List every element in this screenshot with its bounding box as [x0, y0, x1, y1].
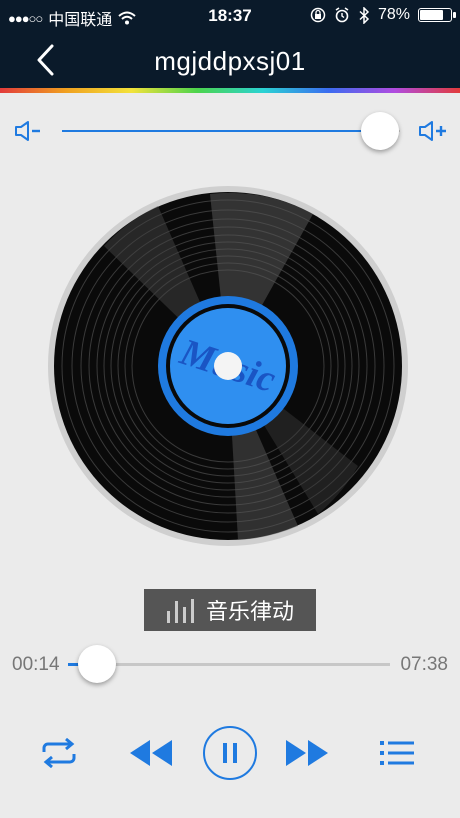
play-pause-button[interactable]: [202, 725, 258, 781]
nav-bar: mgjddpxsj01: [0, 32, 460, 88]
fast-forward-icon: [286, 740, 328, 766]
next-button[interactable]: [284, 738, 330, 768]
playback-progress: 00:14 07:38: [0, 644, 460, 684]
page-title: mgjddpxsj01: [154, 46, 306, 76]
speaker-plus-icon[interactable]: [418, 120, 448, 142]
bluetooth-icon: [359, 6, 370, 24]
rotation-lock-icon: [310, 7, 326, 23]
speaker-minus-icon[interactable]: [14, 120, 44, 142]
current-time: 00:14: [12, 654, 60, 675]
rhythm-button-label: 音乐律动: [205, 599, 294, 624]
battery-icon: [418, 8, 456, 22]
rewind-icon: [130, 740, 172, 766]
repeat-icon: [42, 737, 76, 769]
progress-slider[interactable]: [68, 645, 390, 683]
volume-slider[interactable]: [62, 112, 400, 150]
vinyl-record: Music: [48, 186, 408, 546]
status-bar: ●●●○○ 中国联通 18:37 78%: [0, 0, 460, 32]
previous-button[interactable]: [128, 738, 174, 768]
list-icon: [380, 741, 414, 765]
rainbow-divider: [0, 88, 460, 93]
equalizer-bars-icon: [166, 599, 194, 623]
header: ●●●○○ 中国联通 18:37 78% mgjddpxsj01: [0, 0, 460, 88]
battery-percent: 78%: [377, 6, 410, 23]
playlist-button[interactable]: [380, 738, 416, 768]
volume-control: [0, 112, 460, 152]
playback-controls: [0, 722, 460, 784]
volume-thumb[interactable]: [360, 112, 399, 150]
progress-thumb[interactable]: [77, 645, 116, 683]
music-rhythm-button[interactable]: 音乐律动: [144, 589, 316, 631]
total-duration: 07:38: [400, 654, 448, 675]
pause-icon: [203, 726, 257, 780]
repeat-button[interactable]: [40, 737, 78, 769]
alarm-icon: [335, 7, 349, 23]
volume-fill: [62, 130, 380, 132]
